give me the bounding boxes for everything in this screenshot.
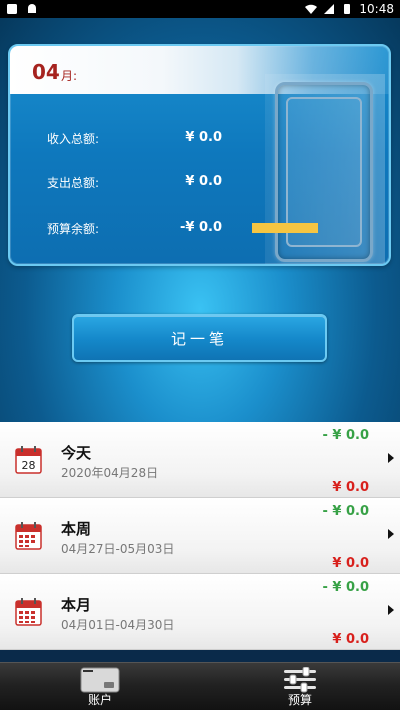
item-expense: - ¥ 0.0 bbox=[322, 428, 369, 443]
expense-total-value: ¥ 0.0 bbox=[185, 174, 222, 189]
calendar-day-icon: 28 bbox=[15, 446, 42, 474]
item-income: ¥ 0.0 bbox=[332, 632, 369, 647]
phone-outer-frame bbox=[275, 82, 373, 262]
month-suffix: 月: bbox=[61, 69, 78, 83]
calendar-grid-icon bbox=[15, 522, 42, 550]
record-button[interactable]: 记一笔 bbox=[72, 314, 327, 362]
battery-icon bbox=[344, 4, 351, 14]
summary-card[interactable]: 04 月: 收入总额: ¥ 0.0 支出总额: ¥ 0.0 预算余额: -¥ 0… bbox=[8, 44, 391, 266]
item-income: ¥ 0.0 bbox=[332, 480, 369, 495]
tab-budget[interactable]: 预算 bbox=[200, 663, 400, 710]
status-time: 10:48 bbox=[359, 2, 394, 16]
bottom-tab-bar: 账户 预算 bbox=[0, 662, 400, 710]
wifi-icon bbox=[305, 4, 318, 14]
item-date-range: 04月01日-04月30日 bbox=[61, 618, 175, 632]
budget-bar bbox=[252, 223, 318, 233]
chevron-right-icon bbox=[388, 529, 394, 539]
expense-total-label: 支出总额: bbox=[47, 176, 100, 190]
item-expense: - ¥ 0.0 bbox=[322, 504, 369, 519]
income-total-value: ¥ 0.0 bbox=[185, 130, 222, 145]
tab-label: 预算 bbox=[287, 693, 312, 707]
item-expense: - ¥ 0.0 bbox=[322, 580, 369, 595]
calendar-day-number: 28 bbox=[22, 459, 36, 472]
list-item-month[interactable]: 本月 04月01日-04月30日 - ¥ 0.0 ¥ 0.0 bbox=[0, 574, 400, 650]
item-date-range: 04月27日-05月03日 bbox=[61, 542, 175, 556]
item-title: 本周 bbox=[61, 520, 92, 538]
budget-balance-value: -¥ 0.0 bbox=[180, 220, 222, 235]
signal-icon bbox=[324, 4, 335, 14]
tab-label: 账户 bbox=[87, 693, 112, 707]
hero-panel: 04 月: 收入总额: ¥ 0.0 支出总额: ¥ 0.0 预算余额: -¥ 0… bbox=[0, 18, 400, 422]
chevron-right-icon bbox=[388, 453, 394, 463]
list-item-week[interactable]: 本周 04月27日-05月03日 - ¥ 0.0 ¥ 0.0 bbox=[0, 498, 400, 574]
android-icon bbox=[28, 4, 36, 13]
chevron-right-icon bbox=[388, 605, 394, 615]
month-number: 04 bbox=[32, 60, 60, 84]
item-income: ¥ 0.0 bbox=[332, 556, 369, 571]
status-bar: 10:48 bbox=[0, 0, 400, 18]
item-date-range: 2020年04月28日 bbox=[61, 466, 159, 480]
income-total-label: 收入总额: bbox=[47, 132, 100, 146]
sliders-icon bbox=[284, 667, 316, 693]
card-icon bbox=[80, 667, 120, 693]
tab-account[interactable]: 账户 bbox=[0, 663, 200, 710]
budget-balance-label: 预算余额: bbox=[47, 222, 100, 236]
list-item-today[interactable]: 28 今天 2020年04月28日 - ¥ 0.0 ¥ 0.0 bbox=[0, 422, 400, 498]
calendar-grid-icon bbox=[15, 598, 42, 626]
image-icon bbox=[7, 4, 17, 14]
phone-graphic bbox=[265, 74, 385, 264]
item-title: 今天 bbox=[61, 444, 92, 462]
item-title: 本月 bbox=[61, 596, 92, 614]
